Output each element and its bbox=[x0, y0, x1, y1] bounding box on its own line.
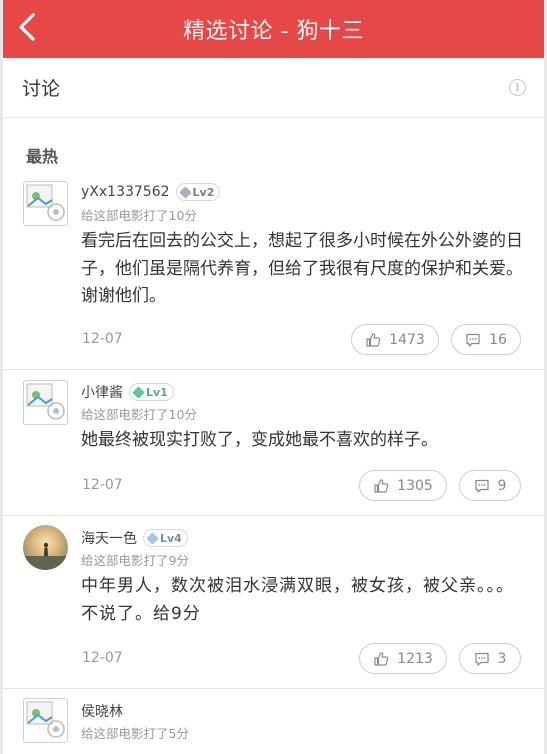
chevron-left-icon bbox=[19, 13, 35, 41]
top-bar: 精选讨论 - 狗十三 bbox=[3, 0, 544, 58]
photo-avatar[interactable] bbox=[23, 525, 68, 570]
reply-button[interactable]: 9 bbox=[459, 470, 521, 501]
username[interactable]: 侯晓林 bbox=[81, 701, 123, 721]
section-header: 讨论 i bbox=[3, 58, 544, 118]
comment-item: 小律酱 Lv1 给这部电影打了10分 她最终被现实打败了，变成她最不喜欢的样子。… bbox=[3, 370, 544, 516]
comment-icon bbox=[474, 652, 489, 666]
level-badge: Lv2 bbox=[175, 183, 221, 201]
default-avatar-icon[interactable] bbox=[23, 380, 68, 425]
page-title: 精选讨论 - 狗十三 bbox=[183, 19, 364, 44]
reply-count: 9 bbox=[497, 477, 507, 494]
like-button[interactable]: 1473 bbox=[351, 324, 439, 355]
comment-content: 她最终被现实打败了，变成她最不喜欢的样子。 bbox=[81, 430, 438, 450]
rating-text: 给这部电影打了5分 bbox=[81, 726, 189, 741]
thumbs-up-icon bbox=[366, 332, 381, 347]
thumbs-up-icon bbox=[374, 651, 389, 666]
rating-text: 给这部电影打了10分 bbox=[81, 407, 197, 422]
info-icon[interactable]: i bbox=[509, 79, 526, 96]
level-badge: Lv4 bbox=[143, 529, 188, 547]
reply-button[interactable]: 3 bbox=[459, 643, 521, 674]
comment-icon bbox=[474, 479, 489, 493]
like-count: 1473 bbox=[389, 331, 425, 348]
level-gem-icon bbox=[146, 531, 159, 545]
comment-item: yXx1337562 Lv2 给这部电影打了10分 看完后在回去的公交上，想起了… bbox=[3, 170, 544, 370]
reply-button[interactable]: 16 bbox=[451, 324, 521, 355]
comment-icon bbox=[466, 333, 480, 347]
back-button[interactable] bbox=[9, 9, 45, 45]
section-title: 讨论 bbox=[22, 78, 61, 100]
reply-count: 3 bbox=[497, 650, 507, 667]
thumbs-up-icon bbox=[374, 478, 389, 493]
username[interactable]: 小律酱 bbox=[81, 382, 123, 402]
default-avatar-icon[interactable] bbox=[23, 181, 68, 226]
like-count: 1213 bbox=[397, 650, 433, 667]
comment-date: 12-07 bbox=[82, 650, 123, 666]
username[interactable]: yXx1337562 bbox=[81, 184, 170, 200]
comment-date: 12-07 bbox=[82, 331, 123, 347]
comment-content: 看完后在回去的公交上，想起了很多小时候在外公外婆的日子，他们虽是隔代养育，但给了… bbox=[81, 231, 523, 306]
level-badge: Lv1 bbox=[129, 383, 174, 401]
rating-text: 给这部电影打了10分 bbox=[81, 208, 197, 223]
like-button[interactable]: 1213 bbox=[359, 643, 447, 674]
app-frame: 精选讨论 - 狗十三 讨论 i 最热 yXx1337562 Lv2 给这部电影打… bbox=[0, 0, 547, 754]
default-avatar-icon[interactable] bbox=[23, 698, 68, 743]
level-gem-icon bbox=[132, 385, 145, 399]
like-button[interactable]: 1305 bbox=[359, 470, 447, 501]
rating-text: 给这部电影打了9分 bbox=[81, 553, 189, 568]
like-count: 1305 bbox=[397, 477, 433, 494]
level-gem-icon bbox=[178, 185, 192, 199]
username[interactable]: 海天一色 bbox=[81, 528, 137, 548]
reply-count: 16 bbox=[489, 331, 507, 348]
comment-date: 12-07 bbox=[82, 477, 123, 493]
comment-item: 海天一色 Lv4 给这部电影打了9分 中年男人，数次被泪水浸满双眼，被女孩，被父… bbox=[3, 516, 544, 689]
hot-label: 最热 bbox=[26, 147, 59, 166]
comment-item: 侯晓林 给这部电影打了5分 bbox=[3, 689, 544, 754]
comment-content: 中年男人，数次被泪水浸满双眼，被女孩，被父亲。。。不说了。给9分 bbox=[81, 576, 514, 624]
